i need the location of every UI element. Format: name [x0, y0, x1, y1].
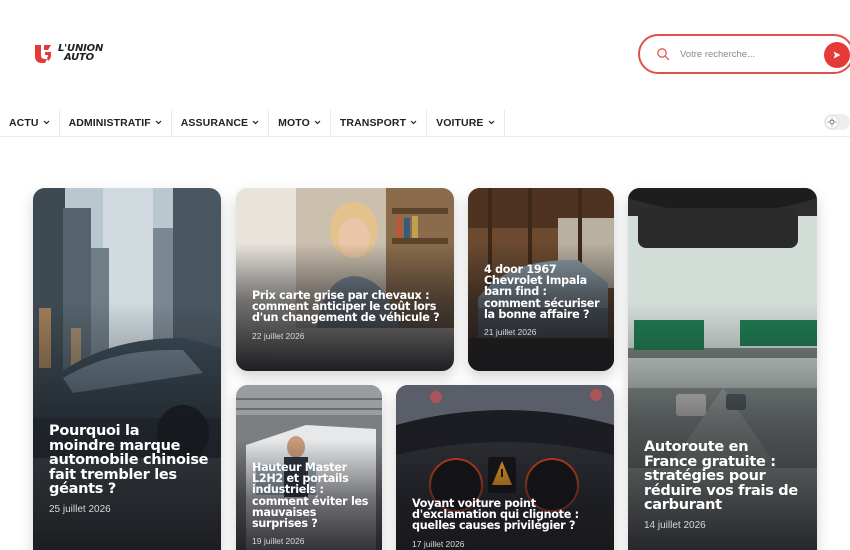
article-date: 17 juillet 2026 [412, 538, 465, 549]
search-bar [638, 34, 850, 74]
article-card-autoroute[interactable]: Autoroute en France gratuite : stratégie… [628, 188, 817, 550]
nav-item-label: ADMINISTRATIF [68, 116, 151, 129]
nav-item-administratif[interactable]: ADMINISTRATIF [60, 109, 172, 136]
card-text: Voyant voiture point d'exclamation qui c… [412, 498, 602, 549]
search-submit-button[interactable] [824, 42, 850, 68]
search-icon [657, 48, 670, 61]
theme-toggle[interactable] [824, 114, 850, 130]
article-card-impala[interactable]: 4 door 1967 Chevrolet Impala barn find :… [468, 188, 614, 371]
chevron-down-icon [488, 120, 494, 125]
article-title: Prix carte grise par chevaux : comment a… [252, 289, 440, 325]
nav-item-voiture[interactable]: VOITURE [427, 109, 505, 136]
nav-item-label: VOITURE [436, 116, 484, 129]
nav-item-actu[interactable]: ACTU [0, 109, 60, 136]
card-text: 4 door 1967 Chevrolet Impala barn find :… [484, 264, 602, 337]
article-date: 14 juillet 2026 [644, 519, 706, 531]
chevron-down-icon [252, 120, 259, 125]
nav-item-assurance[interactable]: ASSURANCE [172, 109, 270, 136]
card-text: Autoroute en France gratuite : stratégie… [644, 440, 805, 531]
nav-item-label: ASSURANCE [180, 116, 249, 129]
chevron-down-icon [410, 120, 417, 125]
article-card-carte-grise[interactable]: Prix carte grise par chevaux : comment a… [236, 188, 454, 371]
chevron-down-icon [43, 120, 49, 125]
logo-wordmark: L'UNION AUTO [58, 44, 103, 63]
card-text: Hauteur Master L2H2 et portails industri… [252, 462, 370, 546]
sun-icon [825, 115, 839, 129]
logo-icon [35, 45, 51, 63]
nav-item-moto[interactable]: MOTO [269, 109, 331, 136]
article-title: Voyant voiture point d'exclamation qui c… [412, 497, 579, 533]
nav-item-label: MOTO [278, 116, 310, 129]
article-date: 22 juillet 2026 [252, 330, 305, 341]
article-title: 4 door 1967 Chevrolet Impala barn find :… [484, 263, 600, 321]
card-text: Prix carte grise par chevaux : comment a… [252, 290, 442, 341]
card-text: Pourquoi la moindre marque automobile ch… [49, 424, 209, 515]
chevron-down-icon [155, 120, 162, 125]
main-nav: ACTU ADMINISTRATIF ASSURANCE MOTO TRANSP… [0, 109, 850, 137]
nav-item-transport[interactable]: TRANSPORT [331, 109, 428, 136]
article-card-chinese-brand[interactable]: Pourquoi la moindre marque automobile ch… [33, 188, 221, 550]
send-icon [833, 51, 841, 59]
logo-line-2: AUTO [64, 52, 94, 63]
article-title: Hauteur Master L2H2 et portails industri… [252, 461, 369, 531]
article-title: Pourquoi la moindre marque automobile ch… [49, 423, 209, 497]
chevron-down-icon [314, 120, 321, 125]
article-date: 21 juillet 2026 [484, 327, 537, 338]
search-input[interactable] [680, 44, 810, 64]
article-card-master-l2h2[interactable]: Hauteur Master L2H2 et portails industri… [236, 385, 382, 550]
article-card-voyant[interactable]: Voyant voiture point d'exclamation qui c… [396, 385, 614, 550]
article-title: Autoroute en France gratuite : stratégie… [644, 439, 798, 513]
nav-item-label: ACTU [9, 116, 39, 129]
site-logo[interactable]: L'UNION AUTO [32, 42, 103, 64]
article-date: 25 juillet 2026 [49, 503, 111, 515]
article-date: 19 juillet 2026 [252, 536, 305, 547]
page: L'UNION AUTO ACTU ADMINISTRATIF ASSURANC… [0, 0, 850, 550]
nav-item-label: TRANSPORT [339, 116, 407, 129]
